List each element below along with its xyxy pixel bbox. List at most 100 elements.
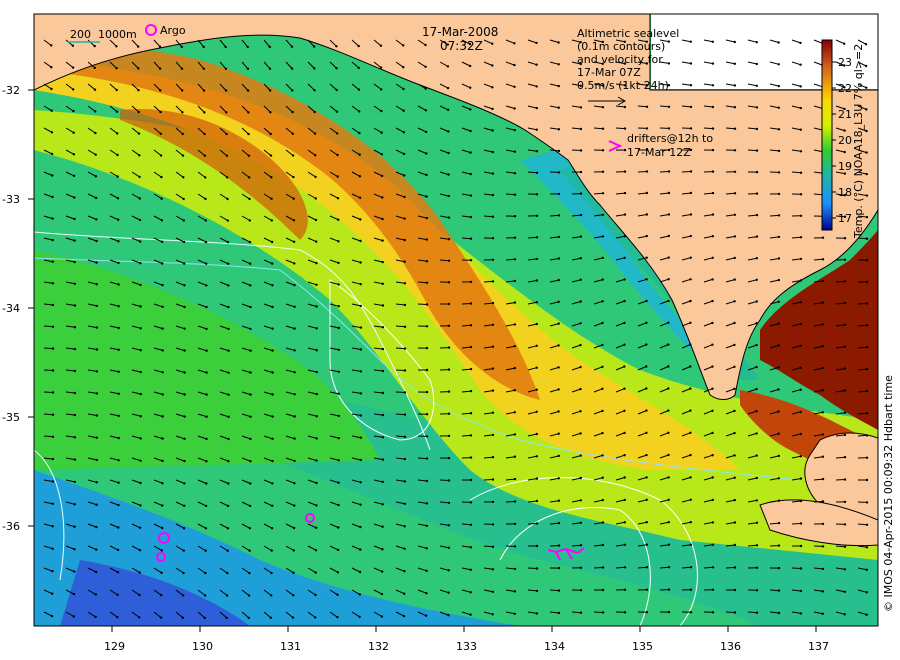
velocity-arrowhead: [270, 594, 273, 597]
velocity-arrowhead: [645, 431, 648, 434]
velocity-arrow: [615, 566, 626, 569]
velocity-arrowhead: [269, 89, 272, 92]
velocity-arrowhead: [491, 172, 495, 175]
velocity-arrowhead: [667, 343, 670, 346]
velocity-arrow: [857, 434, 868, 437]
velocity-arrowhead: [447, 524, 451, 527]
velocity-arrow: [461, 237, 472, 240]
velocity-arrowhead: [248, 219, 251, 222]
velocity-arrowhead: [447, 130, 450, 133]
velocity-arrowhead: [447, 479, 451, 482]
velocity-arrowhead: [601, 106, 605, 109]
velocity-arrowhead: [667, 365, 670, 368]
velocity-arrowhead: [513, 107, 516, 110]
velocity-arrowhead: [226, 571, 229, 575]
velocity-arrowhead: [733, 170, 737, 173]
velocity-arrowhead: [116, 197, 120, 200]
velocity-arrowhead: [865, 172, 868, 176]
velocity-arrowhead: [446, 108, 450, 112]
velocity-arrowhead: [491, 323, 495, 326]
velocity-arrowhead: [116, 175, 119, 178]
velocity-arrowhead: [535, 128, 538, 131]
velocity-arrowhead: [447, 412, 451, 415]
velocity-arrowhead: [513, 215, 517, 218]
velocity-arrow: [395, 391, 406, 393]
velocity-arrow: [505, 258, 516, 261]
velocity-arrowhead: [469, 108, 472, 111]
velocity-arrowhead: [247, 594, 251, 597]
velocity-arrowhead: [535, 366, 538, 369]
velocity-arrowhead: [491, 523, 495, 526]
velocity-arrowhead: [72, 131, 75, 134]
velocity-arrowhead: [51, 413, 55, 416]
velocity-arrowhead: [645, 543, 649, 546]
velocity-arrowhead: [579, 365, 582, 369]
y-axis: -32 -33 -34 -35 -36: [2, 84, 34, 533]
velocity-arrowhead: [381, 217, 384, 221]
velocity-arrowhead: [358, 110, 361, 113]
velocity-arrowhead: [95, 503, 98, 506]
velocity-arrowhead: [689, 234, 692, 238]
velocity-arrowhead: [337, 503, 340, 507]
velocity-arrowhead: [557, 84, 560, 88]
velocity-arrowhead: [202, 45, 205, 49]
velocity-arrowhead: [403, 217, 406, 220]
velocity-arrowhead: [865, 194, 869, 197]
velocity-arrowhead: [557, 214, 561, 217]
velocity-arrowhead: [469, 172, 472, 176]
velocity-arrowhead: [73, 570, 76, 573]
velocity-arrowhead: [733, 521, 737, 524]
velocity-arrowhead: [447, 194, 450, 198]
velocity-arrowhead: [202, 89, 206, 92]
velocity-arrowhead: [205, 327, 208, 331]
velocity-arrowhead: [469, 129, 472, 133]
velocity-arrowhead: [71, 66, 75, 69]
velocity-arrowhead: [161, 283, 164, 287]
velocity-arrowhead: [117, 326, 121, 330]
velocity-arrowhead: [181, 89, 184, 92]
velocity-arrowhead: [799, 257, 803, 261]
velocity-arrowhead: [777, 192, 781, 196]
velocity-arrowhead: [601, 343, 604, 347]
velocity-arrowhead: [271, 305, 274, 309]
velocity-arrowhead: [315, 437, 318, 440]
velocity-arrowhead: [733, 149, 737, 152]
velocity-arrowhead: [95, 370, 99, 373]
velocity-arrowhead: [513, 172, 517, 175]
velocity-arrowhead: [777, 521, 781, 525]
velocity-arrowhead: [183, 393, 186, 396]
velocity-arrowhead: [579, 566, 583, 569]
velocity-arrowhead: [667, 40, 670, 43]
velocity-arrowhead: [711, 105, 715, 109]
velocity-arrowhead: [337, 526, 340, 529]
velocity-arrowhead: [115, 110, 119, 113]
velocity-arrow: [461, 324, 472, 327]
velocity-arrowhead: [270, 176, 273, 179]
velocity-arrowhead: [513, 150, 516, 153]
velocity-arrowhead: [425, 390, 429, 394]
velocity-arrowhead: [139, 392, 142, 396]
velocity-arrowhead: [314, 593, 317, 597]
velocity-arrowhead: [689, 299, 692, 303]
velocity-arrowhead: [137, 67, 140, 70]
velocity-arrowhead: [491, 150, 494, 154]
velocity-arrowhead: [95, 392, 99, 395]
velocity-arrowhead: [50, 131, 54, 134]
velocity-arrowhead: [293, 327, 296, 330]
velocity-arrowhead: [446, 65, 450, 68]
velocity-arrowhead: [204, 549, 207, 552]
velocity-arrowhead: [821, 590, 825, 593]
velocity-arrowhead: [204, 219, 207, 222]
velocity-arrowhead: [557, 192, 561, 196]
velocity-arrow: [857, 303, 868, 305]
velocity-arrowhead: [50, 614, 54, 618]
velocity-arrowhead: [116, 132, 119, 135]
velocity-arrow: [43, 347, 54, 350]
argo-legend-label: Argo: [160, 24, 186, 37]
velocity-arrowhead: [557, 566, 561, 570]
velocity-arrowhead: [733, 431, 736, 435]
velocity-arrowhead: [711, 566, 715, 569]
velocity-arrow: [835, 280, 846, 283]
velocity-arrowhead: [203, 132, 206, 136]
velocity-arrowhead: [204, 197, 207, 201]
